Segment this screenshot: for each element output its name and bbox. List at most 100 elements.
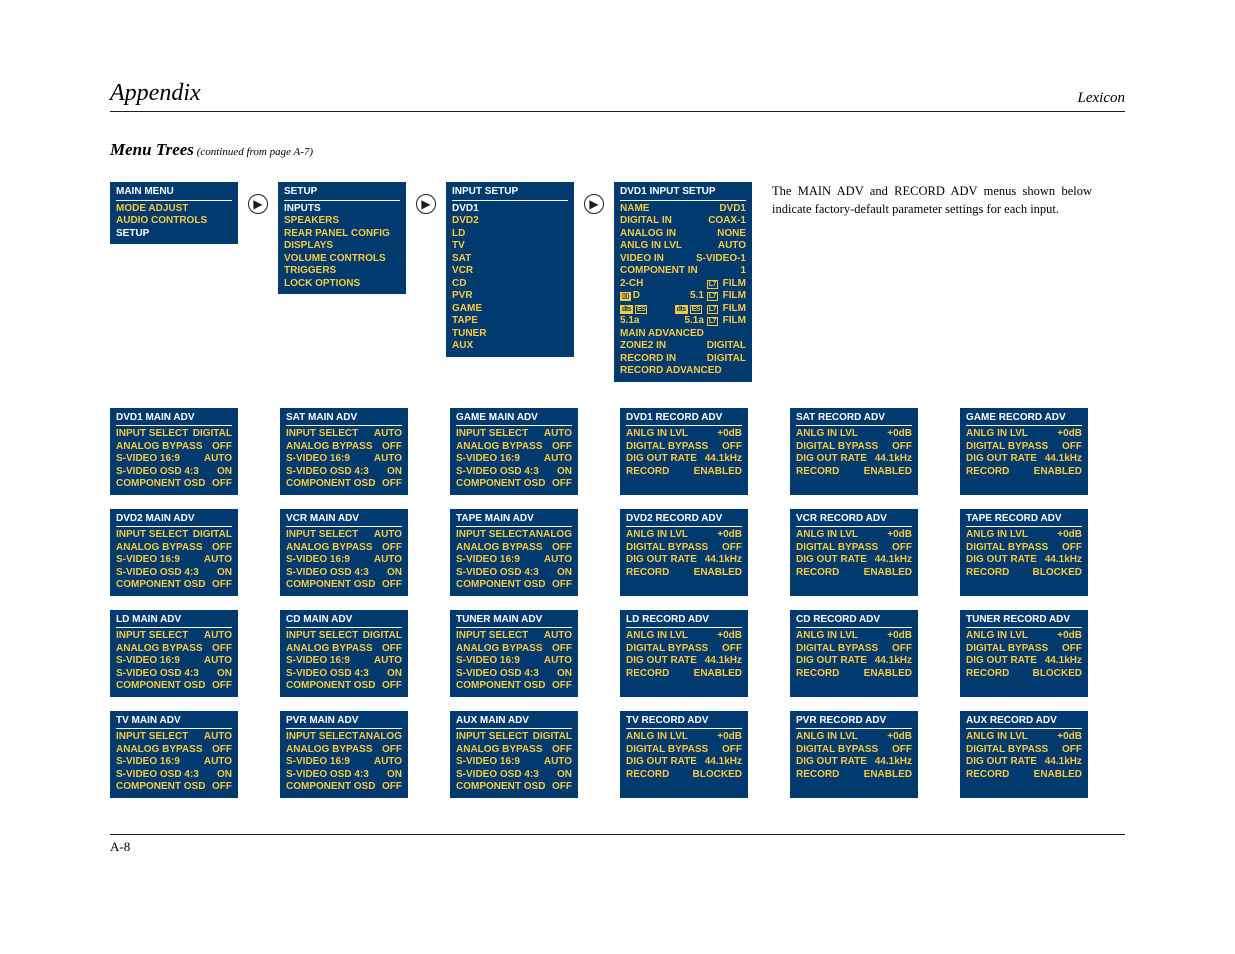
setting-row: ANLG IN LVL+0dB [796,529,912,542]
brand-name: Lexicon [1078,90,1125,107]
menu-item-highlight: INPUTS [284,203,400,216]
box-title: TUNER MAIN ADV [456,614,572,629]
box-title: CD MAIN ADV [286,614,402,629]
setting-row: COMPONENT OSDOFF [456,478,572,491]
box-title: DVD2 RECORD ADV [626,513,742,528]
box-title: DVD1 RECORD ADV [626,412,742,427]
setting-row: DIGITAL BYPASSOFF [796,542,912,555]
setting-row: S-VIDEO 16:9AUTO [116,554,232,567]
subtitle: Menu Trees [110,140,194,159]
setting-row: S-VIDEO OSD 4:3ON [456,567,572,580]
main-adv-box: LD MAIN ADVINPUT SELECTAUTOANALOG BYPASS… [110,610,238,697]
setting-row: DIG OUT RATE44.1kHz [626,756,742,769]
main-adv-box: PVR MAIN ADVINPUT SELECTANALOGANALOG BYP… [280,711,408,798]
setting-row: COMPONENT OSDOFF [286,680,402,693]
setting-row: DIGITAL BYPASSOFF [966,643,1082,656]
setting-row: DIGITAL BYPASSOFF [626,542,742,555]
setting-row: ANLG IN LVL+0dB [966,428,1082,441]
main-adv-box: CD MAIN ADVINPUT SELECTDIGITALANALOG BYP… [280,610,408,697]
setting-row: INPUT SELECTDIGITAL [286,630,402,643]
setting-row: DIGITAL BYPASSOFF [966,542,1082,555]
setting-row: ANALOG BYPASSOFF [286,441,402,454]
setting-row: COMPONENT OSDOFF [456,579,572,592]
setting-row: COMPONENT OSDOFF [456,680,572,693]
setting-row: RECORDENABLED [796,567,912,580]
box-title: SETUP [284,186,400,201]
menu-item: MODE ADJUST [116,203,232,216]
setting-row: RECORDENABLED [966,466,1082,479]
menu-item: AUX [452,340,568,353]
box-title: DVD1 INPUT SETUP [620,186,746,201]
setting-row: DIGITAL BYPASSOFF [796,441,912,454]
dvd1-input-setup-box: DVD1 INPUT SETUP NAMEDVD1DIGITAL INCOAX-… [614,182,752,382]
setting-row: S-VIDEO 16:9AUTO [456,554,572,567]
box-title: TAPE MAIN ADV [456,513,572,528]
setting-row: S-VIDEO OSD 4:3ON [116,466,232,479]
setting-row: S-VIDEO 16:9AUTO [456,453,572,466]
menu-row: ZONE2 INDIGITAL [620,340,746,353]
setting-row: RECORDENABLED [796,769,912,782]
record-adv-box: LD RECORD ADVANLG IN LVL+0dBDIGITAL BYPA… [620,610,748,697]
setting-row: INPUT SELECTANALOG [456,529,572,542]
setting-row: S-VIDEO 16:9AUTO [286,655,402,668]
main-adv-box: GAME MAIN ADVINPUT SELECTAUTOANALOG BYPA… [450,408,578,495]
setting-row: RECORDENABLED [626,466,742,479]
setting-row: COMPONENT OSDOFF [116,478,232,491]
setting-row: S-VIDEO OSD 4:3ON [456,466,572,479]
box-title: PVR MAIN ADV [286,715,402,730]
setting-row: DIGITAL BYPASSOFF [626,744,742,757]
menu-row: RECORD ADVANCED [620,365,746,378]
setting-row: S-VIDEO 16:9AUTO [116,453,232,466]
menu-row: dtsESdtsES L7 FILM [620,303,746,316]
setting-row: ANALOG BYPASSOFF [116,643,232,656]
setting-row: RECORDBLOCKED [966,567,1082,580]
setting-row: DIGITAL BYPASSOFF [796,744,912,757]
setting-row: DIG OUT RATE44.1kHz [796,756,912,769]
setting-row: ANLG IN LVL+0dB [626,731,742,744]
menu-item-highlight: DVD1 [452,203,568,216]
box-title: LD MAIN ADV [116,614,232,629]
menu-row: ANALOG INNONE [620,228,746,241]
setting-row: DIG OUT RATE44.1kHz [796,453,912,466]
menu-row: 5.1a5.1a L7 FILM [620,315,746,328]
setting-row: S-VIDEO OSD 4:3ON [116,668,232,681]
nav-arrow-icon: ▶ [248,194,268,214]
box-title: TV RECORD ADV [626,715,742,730]
box-title: PVR RECORD ADV [796,715,912,730]
setting-row: DIG OUT RATE44.1kHz [796,655,912,668]
menu-item: LOCK OPTIONS [284,278,400,291]
setting-row: DIG OUT RATE44.1kHz [966,655,1082,668]
setting-row: COMPONENT OSDOFF [286,579,402,592]
box-title: GAME MAIN ADV [456,412,572,427]
setting-row: COMPONENT OSDOFF [116,680,232,693]
setting-row: S-VIDEO 16:9AUTO [456,756,572,769]
setting-row: ANALOG BYPASSOFF [286,744,402,757]
setting-row: S-VIDEO OSD 4:3ON [286,567,402,580]
menu-item: LD [452,228,568,241]
menu-item: DISPLAYS [284,240,400,253]
setup-box: SETUP INPUTS SPEAKERS REAR PANEL CONFIG … [278,182,406,294]
menu-item: VOLUME CONTROLS [284,253,400,266]
setting-row: INPUT SELECTANALOG [286,731,402,744]
setting-row: S-VIDEO 16:9AUTO [286,453,402,466]
record-adv-box: DVD2 RECORD ADVANLG IN LVL+0dBDIGITAL BY… [620,509,748,596]
main-menu-box: MAIN MENU MODE ADJUST AUDIO CONTROLS SET… [110,182,238,244]
box-title: TUNER RECORD ADV [966,614,1082,629]
record-adv-box: CD RECORD ADVANLG IN LVL+0dBDIGITAL BYPA… [790,610,918,697]
menu-item: PVR [452,290,568,303]
setting-row: INPUT SELECTAUTO [456,428,572,441]
setting-row: RECORDBLOCKED [626,769,742,782]
setting-row: ANLG IN LVL+0dB [966,630,1082,643]
setting-row: INPUT SELECTDIGITAL [116,428,232,441]
setting-row: COMPONENT OSDOFF [116,781,232,794]
setting-row: INPUT SELECTAUTO [116,731,232,744]
menu-row: ANLG IN LVLAUTO [620,240,746,253]
setting-row: DIG OUT RATE44.1kHz [966,756,1082,769]
setting-row: COMPONENT OSDOFF [286,781,402,794]
setting-row: RECORDENABLED [626,567,742,580]
menu-item: SPEAKERS [284,215,400,228]
setting-row: S-VIDEO 16:9AUTO [116,756,232,769]
menu-item: TUNER [452,328,568,341]
setting-row: ANLG IN LVL+0dB [966,529,1082,542]
setting-row: S-VIDEO OSD 4:3ON [456,769,572,782]
